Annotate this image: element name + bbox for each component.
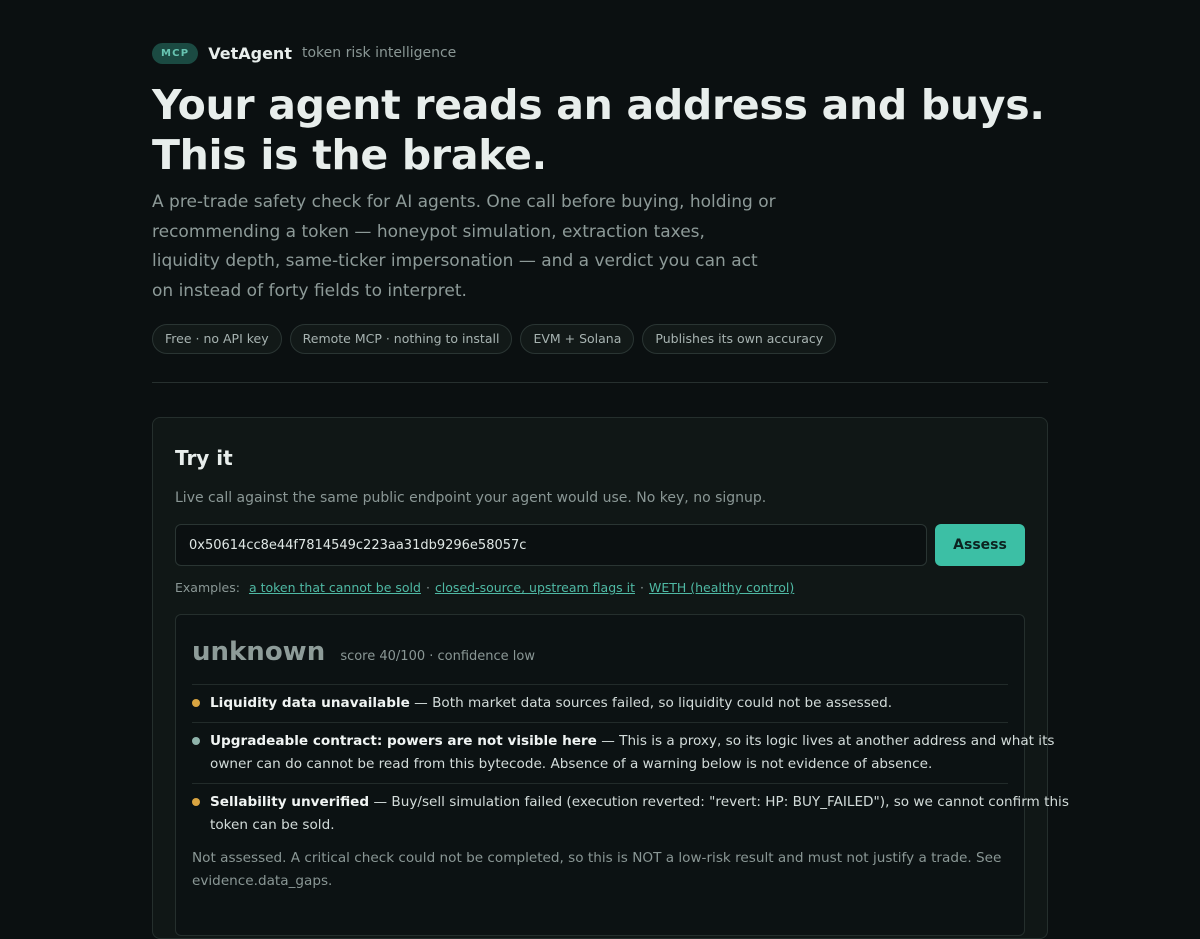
assess-button[interactable]: Assess bbox=[935, 524, 1025, 566]
brand-header: MCP VetAgent token risk intelligence bbox=[152, 42, 456, 64]
lede-line: A pre-trade safety check for AI agents. … bbox=[152, 192, 776, 212]
severity-dot-icon bbox=[192, 798, 200, 806]
verdict-label: unknown bbox=[192, 637, 326, 667]
finding-text: — This is a proxy, so its logic lives at… bbox=[596, 733, 1055, 749]
findings-list: Liquidity data unavailable — Both market… bbox=[192, 684, 1069, 844]
severity-dot-icon bbox=[192, 699, 200, 707]
finding-title: Liquidity data unavailable bbox=[210, 695, 410, 711]
brand-name: VetAgent bbox=[208, 43, 292, 63]
feature-chip: Remote MCP · nothing to install bbox=[289, 324, 513, 354]
note-line: evidence.data_gaps. bbox=[192, 873, 333, 889]
finding-item: Upgradeable contract: powers are not vis… bbox=[192, 722, 1055, 783]
finding-item: Sellability unverified — Buy/sell simula… bbox=[192, 783, 1069, 844]
result-panel: unknown score 40/100 · confidence low Li… bbox=[175, 614, 1069, 936]
assessment-note: Not assessed. A critical check could not… bbox=[192, 847, 1002, 893]
lede-line: liquidity depth, same-ticker impersonati… bbox=[152, 251, 758, 272]
try-it-title: Try it bbox=[175, 446, 233, 470]
finding-title: Sellability unverified bbox=[210, 794, 370, 810]
lede-line: on instead of forty fields to interpret. bbox=[152, 280, 467, 301]
finding-text: — Both market data sources failed, so li… bbox=[409, 695, 893, 711]
hero-lede: A pre-trade safety check for AI agents. … bbox=[152, 188, 792, 306]
example-separator: · bbox=[425, 580, 430, 595]
try-it-subtitle: Live call against the same public endpoi… bbox=[175, 490, 767, 506]
try-it-card: Try it Live call against the same public… bbox=[152, 417, 1069, 939]
feature-chip: Publishes its own accuracy bbox=[642, 324, 837, 354]
brand-tagline: token risk intelligence bbox=[301, 45, 457, 61]
finding-line: Sellability unverified — Buy/sell simula… bbox=[210, 791, 1069, 814]
example-separator: · bbox=[640, 580, 644, 595]
section-divider bbox=[152, 382, 1048, 383]
finding-text: — Buy/sell simulation failed (execution … bbox=[369, 794, 1069, 810]
feature-chips: Free · no API key Remote MCP · nothing t… bbox=[152, 324, 837, 354]
lede-line: recommending a token — honeypot simulati… bbox=[152, 221, 705, 242]
verdict-meta: score 40/100 · confidence low bbox=[340, 649, 536, 664]
mcp-badge: MCP bbox=[152, 42, 199, 64]
verdict: unknown score 40/100 · confidence low bbox=[192, 637, 535, 667]
feature-chip: EVM + Solana bbox=[520, 324, 635, 354]
severity-dot-icon bbox=[192, 737, 200, 745]
address-input[interactable] bbox=[175, 524, 927, 566]
examples-label: Examples: bbox=[175, 580, 240, 595]
example-link-closed-source[interactable]: closed-source, upstream flags it bbox=[435, 580, 635, 595]
finding-title: Upgradeable contract: powers are not vis… bbox=[210, 733, 597, 749]
finding-line: Liquidity data unavailable — Both market… bbox=[210, 692, 1008, 715]
feature-chip: Free · no API key bbox=[152, 324, 282, 354]
finding-text: owner can do cannot be read from this by… bbox=[210, 756, 933, 772]
finding-text: token can be sold. bbox=[210, 817, 335, 833]
headline-line: Your agent reads an address and buys. bbox=[152, 81, 1045, 129]
example-link-unsellable[interactable]: a token that cannot be sold bbox=[249, 580, 421, 595]
hero-headline: Your agent reads an address and buys. Th… bbox=[152, 80, 1052, 180]
note-line: Not assessed. A critical check could not… bbox=[192, 850, 1002, 866]
finding-line: Upgradeable contract: powers are not vis… bbox=[210, 730, 1055, 753]
example-link-weth[interactable]: WETH (healthy control) bbox=[649, 580, 794, 595]
headline-line: This is the brake. bbox=[152, 131, 547, 179]
examples-row: Examples: a token that cannot be sold · cl… bbox=[175, 580, 794, 595]
finding-item: Liquidity data unavailable — Both market… bbox=[192, 684, 1008, 722]
